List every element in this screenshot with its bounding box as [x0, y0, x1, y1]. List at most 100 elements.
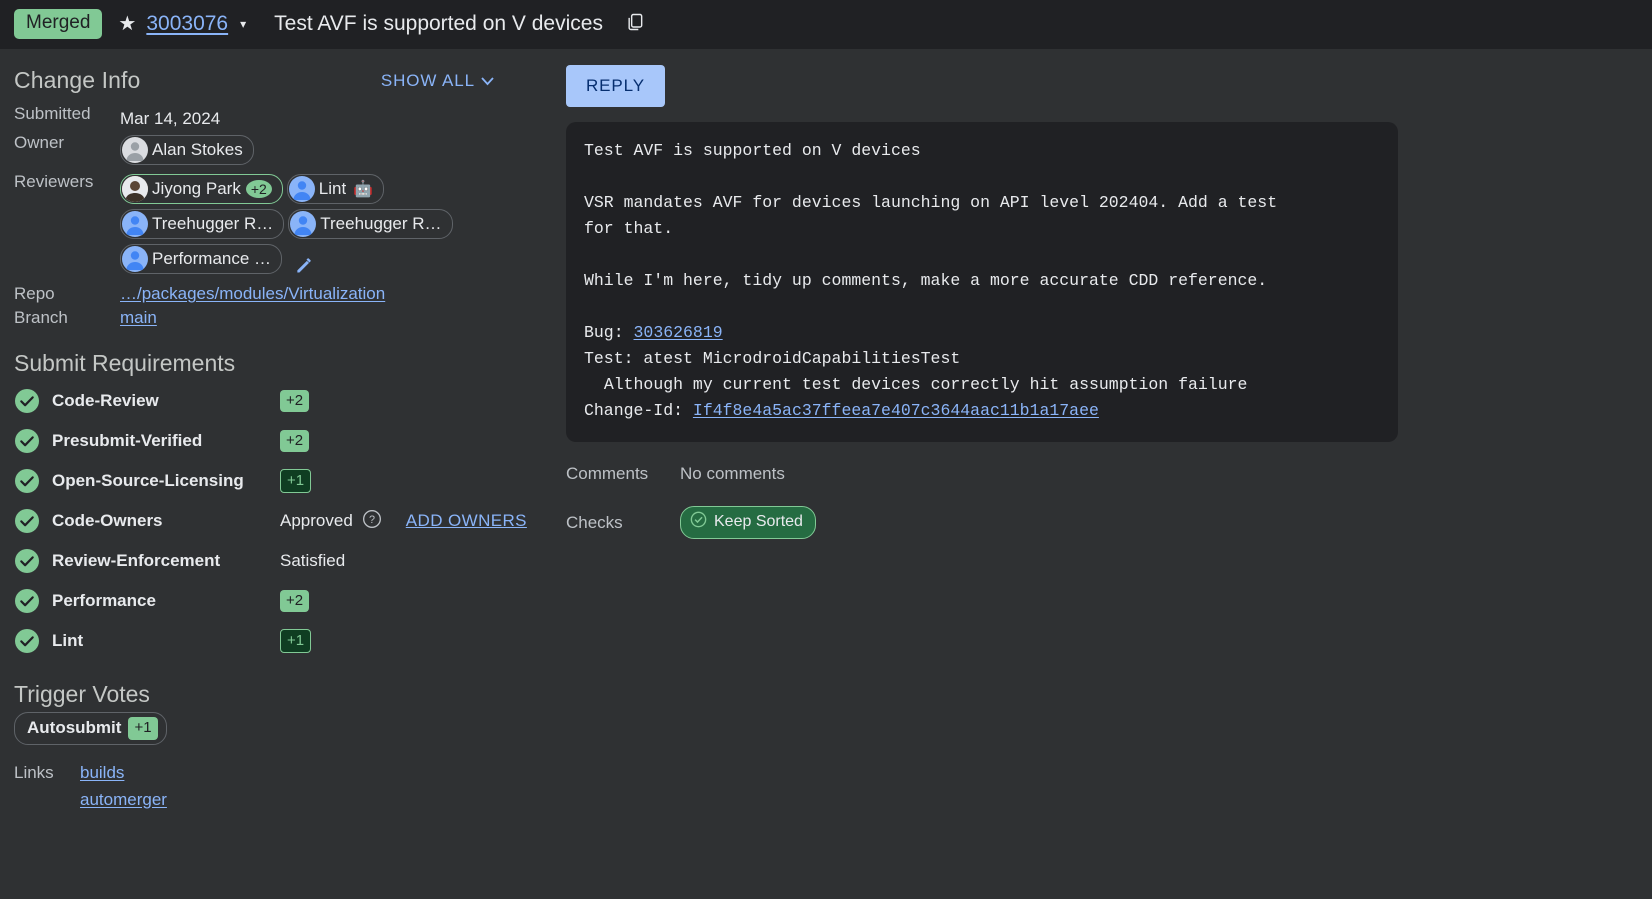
submitted-value: Mar 14, 2024 [120, 104, 220, 129]
check-circle-icon [14, 548, 40, 574]
reviewer-vote-badge: +2 [246, 180, 272, 198]
branch-row: Branch main [14, 306, 566, 330]
links-list: builds automerger [80, 763, 167, 817]
check-circle-icon [14, 468, 40, 494]
submit-requirement-name: Presubmit-Verified [52, 431, 280, 451]
change-info-title: Change Info [14, 67, 140, 94]
submit-requirement-status: Satisfied [280, 551, 345, 571]
links-section: Links builds automerger [14, 763, 566, 817]
status-badge: Merged [14, 9, 102, 39]
reviewers-list: Jiyong Park+2 Lint 🤖 Treehugger R… Treehugge… [120, 170, 566, 282]
repo-row: Repo …/packages/modules/Virtualization [14, 282, 566, 306]
submit-requirement-name: Code-Review [52, 391, 280, 411]
change-number-link[interactable]: 3003076 [146, 12, 228, 36]
check-chip-keep-sorted[interactable]: Keep Sorted [680, 506, 816, 539]
owner-chip[interactable]: Alan Stokes [120, 135, 254, 165]
submit-requirement-name: Open-Source-Licensing [52, 471, 280, 491]
submitted-row: Submitted Mar 14, 2024 [14, 102, 566, 131]
vote-badge: +1 [280, 469, 311, 494]
comments-label: Comments [566, 464, 680, 484]
reviewer-chip[interactable]: Treehugger R… [288, 209, 452, 239]
show-all-label: SHOW ALL [381, 71, 475, 91]
link-item[interactable]: builds [80, 763, 167, 783]
submit-requirement-name: Performance [52, 591, 280, 611]
owner-name: Alan Stokes [152, 140, 243, 160]
owner-label: Owner [14, 131, 120, 170]
avatar [289, 176, 315, 202]
commit-message-box: Test AVF is supported on V devices VSR m… [566, 122, 1398, 442]
reviewer-name: Lint [319, 179, 346, 199]
note-line: Although my current test devices correct… [584, 375, 1247, 394]
check-circle-icon [14, 388, 40, 414]
vote-badge: +2 [280, 390, 309, 413]
trigger-vote-chip[interactable]: Autosubmit+1 [14, 712, 167, 745]
chevron-down-icon [481, 71, 494, 91]
avatar [122, 246, 148, 272]
change-info-panel: Change Info SHOW ALL Submitted Mar 14, 2… [0, 49, 566, 817]
check-circle-icon [14, 508, 40, 534]
branch-link[interactable]: main [120, 308, 157, 327]
submit-requirement-row[interactable]: Presubmit-Verified+2 [14, 421, 566, 461]
links-label: Links [14, 763, 80, 817]
owner-row: Owner Alan Stokes [14, 131, 566, 170]
pencil-icon[interactable] [294, 260, 314, 279]
submit-requirement-name: Code-Owners [52, 511, 280, 531]
reply-button[interactable]: REPLY [566, 65, 665, 107]
reviewer-name: Performance … [152, 249, 271, 269]
robot-icon: 🤖 [353, 179, 373, 199]
submit-requirement-row[interactable]: Code-OwnersApproved? ADD OWNERS [14, 501, 566, 541]
reviewer-name: Treehugger R… [152, 214, 273, 234]
change-info-table: Submitted Mar 14, 2024 Owner Alan Stokes… [14, 102, 566, 330]
check-chip-label: Keep Sorted [714, 513, 803, 531]
submit-requirement-row[interactable]: Open-Source-Licensing+1 [14, 461, 566, 501]
avatar [122, 137, 148, 163]
show-all-button[interactable]: SHOW ALL [381, 71, 494, 91]
reviewer-chip[interactable]: Jiyong Park+2 [120, 174, 283, 204]
submitted-label: Submitted [14, 102, 120, 131]
avatar [122, 176, 148, 202]
vote-badge: +2 [280, 590, 309, 613]
avatar [122, 211, 148, 237]
submit-requirement-name: Review-Enforcement [52, 551, 280, 571]
reviewer-chip[interactable]: Lint 🤖 [287, 174, 384, 204]
submit-requirement-status: Approved [280, 511, 353, 531]
commit-subject: Test AVF is supported on V devices [584, 141, 921, 160]
copy-icon[interactable] [625, 12, 645, 37]
page-title: Test AVF is supported on V devices [274, 12, 603, 36]
comments-row: Comments No comments [566, 464, 1652, 484]
message-panel: REPLY Test AVF is supported on V devices… [566, 49, 1652, 817]
submit-requirement-row[interactable]: Code-Review+2 [14, 381, 566, 421]
chevron-down-icon[interactable]: ▾ [240, 17, 246, 31]
submit-requirements-list: Code-Review+2Presubmit-Verified+2Open-So… [14, 381, 566, 661]
branch-label: Branch [14, 306, 120, 330]
svg-text:?: ? [369, 514, 375, 526]
top-bar: Merged ★ 3003076 ▾ Test AVF is supported… [0, 0, 1652, 49]
reviewers-label: Reviewers [14, 170, 120, 282]
check-circle-icon [14, 428, 40, 454]
star-icon[interactable]: ★ [118, 14, 136, 34]
checks-label: Checks [566, 513, 680, 533]
reviewer-chip[interactable]: Treehugger R… [120, 209, 284, 239]
commit-body-2: While I'm here, tidy up comments, make a… [584, 271, 1267, 290]
bug-link[interactable]: 303626819 [634, 323, 723, 342]
submit-requirement-name: Lint [52, 631, 280, 651]
change-id-link[interactable]: If4f8e4a5ac37ffeea7e407c3644aac11b1a17ae… [693, 401, 1099, 420]
comments-value: No comments [680, 464, 785, 484]
commit-body-1: VSR mandates AVF for devices launching o… [584, 193, 1277, 238]
add-owners-button[interactable]: ADD OWNERS [406, 511, 527, 531]
submit-requirement-row[interactable]: Performance+2 [14, 581, 566, 621]
vote-badge: +2 [280, 430, 309, 453]
submit-requirements-title: Submit Requirements [14, 350, 566, 377]
vote-badge: +1 [280, 629, 311, 654]
repo-link[interactable]: …/packages/modules/Virtualization [120, 284, 385, 303]
trigger-votes-title: Trigger Votes [14, 681, 566, 708]
check-circle-icon [14, 588, 40, 614]
submit-requirement-row[interactable]: Review-EnforcementSatisfied [14, 541, 566, 581]
help-icon[interactable]: ? [362, 509, 382, 534]
reviewer-chip[interactable]: Performance … [120, 244, 282, 274]
submit-requirement-row[interactable]: Lint+1 [14, 621, 566, 661]
test-line: Test: atest MicrodroidCapabilitiesTest [584, 349, 960, 368]
reviewer-name: Treehugger R… [320, 214, 441, 234]
check-circle-icon [690, 511, 707, 533]
link-item[interactable]: automerger [80, 790, 167, 810]
